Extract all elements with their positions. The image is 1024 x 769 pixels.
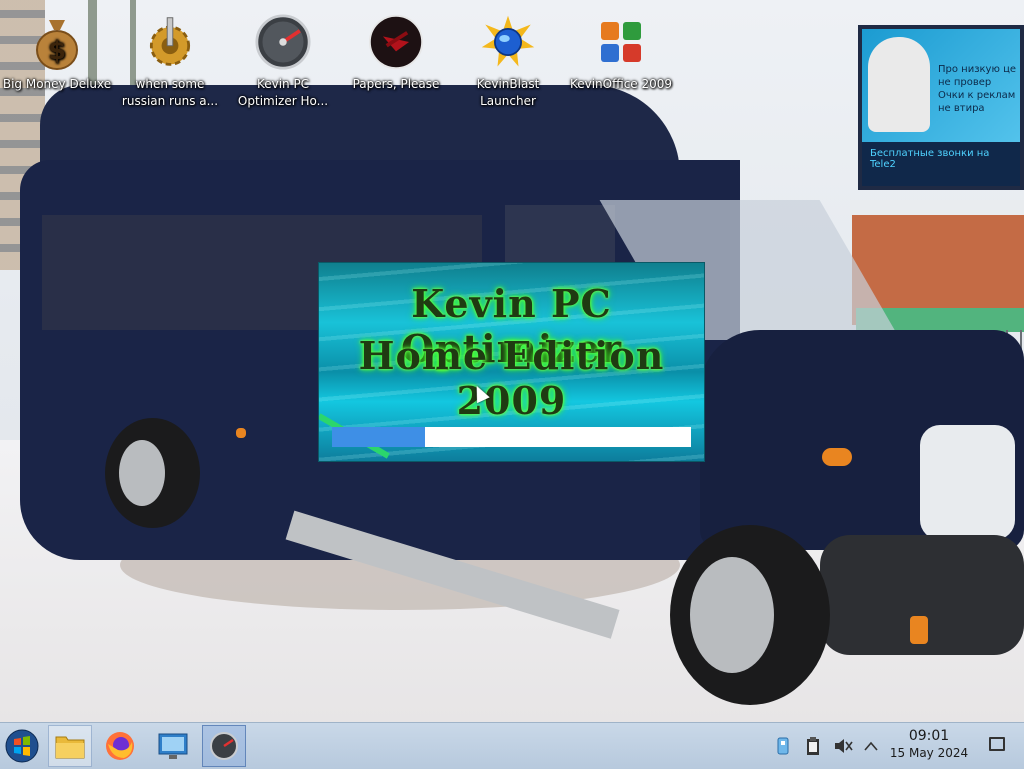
van-front-wheel (670, 525, 830, 705)
control-panel-button[interactable] (151, 725, 195, 767)
desktop-icon-label: Kevin PC Optimizer Ho... (237, 77, 329, 108)
globe-burst-icon (480, 12, 536, 72)
van-rear-wheel (105, 418, 200, 528)
billboard-line: Очки к реклам (938, 90, 1016, 101)
show-desktop-icon[interactable] (989, 737, 1005, 751)
folder-icon (55, 736, 85, 759)
clock-time: 09:01 (908, 728, 950, 744)
billboard-line: не втира (938, 103, 985, 114)
desktop-icon-big-money-deluxe[interactable]: $ Big Money Deluxe (2, 8, 112, 93)
van-side-marker (236, 428, 246, 438)
gear-tool-icon (142, 12, 198, 72)
optimizer-splash-window[interactable]: Kevin PC Optimizer Home Edition 2009 (319, 263, 704, 461)
van-headlight (920, 425, 1015, 540)
desktop-icon-kevinblast-launcher[interactable]: KevinBlast Launcher (453, 8, 563, 110)
desktop-icon-kevin-pc-optimizer[interactable]: Kevin PC Optimizer Ho... (228, 8, 338, 110)
clock-date: 15 May 2024 (889, 746, 969, 760)
start-button[interactable] (0, 725, 44, 767)
desktop-icon-label: KevinOffice 2009 (569, 77, 673, 91)
windows-orb-icon (5, 729, 39, 763)
svg-text:$: $ (48, 36, 66, 66)
volume-muted-icon[interactable] (832, 735, 854, 757)
wallpaper-billboard: Про низкую це не провер Очки к реклам не… (858, 25, 1024, 190)
network-icon[interactable] (772, 735, 794, 757)
billboard-figure (868, 37, 930, 132)
taskbar: 09:01 15 May 2024 (0, 722, 1024, 769)
billboard-text: Про низкую це не провер Очки к реклам не… (938, 63, 1024, 115)
splash-title-line2: Home Edition 2009 (358, 333, 665, 423)
desktop-icon-label: KevinBlast Launcher (476, 77, 540, 108)
speedometer-icon (255, 12, 311, 72)
speedometer-icon (210, 732, 238, 760)
kevin-optimizer-task-button[interactable] (202, 725, 246, 767)
firefox-button[interactable] (98, 725, 142, 767)
desktop-icon-label: Big Money Deluxe (2, 77, 112, 91)
billboard-line: Про низкую це (938, 64, 1017, 75)
desktop-icon-kevinoffice-2009[interactable]: KevinOffice 2009 (566, 8, 676, 93)
billboard-line: не провер (938, 77, 992, 88)
clipboard-icon[interactable] (802, 735, 824, 757)
desktop-icon-russian-runs[interactable]: when some russian runs a... (115, 8, 225, 110)
billboard-banner: Бесплатные звонки на Tele2 (862, 142, 1020, 186)
money-bag-icon: $ (29, 12, 85, 72)
chevron-up-icon[interactable] (860, 735, 882, 757)
van-reflector (910, 616, 928, 644)
office-logo-icon (593, 12, 649, 72)
papers-please-icon (368, 12, 424, 72)
loading-progress-bar (332, 427, 691, 447)
file-explorer-button[interactable] (48, 725, 92, 767)
control-panel-icon (158, 733, 188, 759)
progress-bar-fill (332, 427, 426, 447)
desktop-icon-papers-please[interactable]: Papers, Please (341, 8, 451, 93)
firefox-icon (106, 732, 134, 760)
system-clock[interactable]: 09:01 15 May 2024 (884, 728, 974, 761)
desktop-icon-label: Papers, Please (352, 77, 440, 91)
van-indicator-light (822, 448, 852, 466)
desktop-icon-label: when some russian runs a... (121, 77, 219, 108)
